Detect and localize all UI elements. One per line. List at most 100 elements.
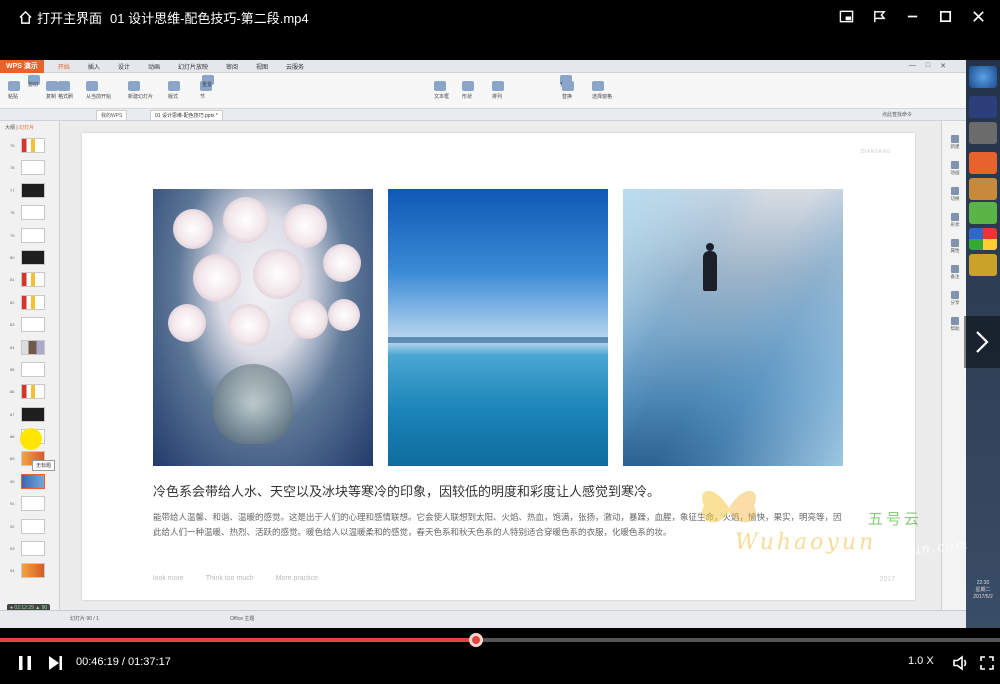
ribbon-icon[interactable] [128,81,140,91]
pin-button[interactable] [871,8,887,24]
slide-thumbnail[interactable]: 85 [3,359,53,381]
next-slide-button[interactable] [964,316,1000,368]
slide-footer: look more Think too much More practice [153,575,318,582]
ribbon-icon[interactable] [492,81,504,91]
ribbon-label[interactable]: 格式刷 [58,93,73,100]
taskbar-app-icon[interactable] [969,178,997,200]
theme-name: Office 主题 [230,616,255,622]
slides-tab: 幻灯片 [19,125,35,131]
taskbar-app-icon[interactable] [969,254,997,276]
right-panel-item[interactable]: 动画 [944,161,966,176]
panel-label: 分享 [950,300,960,305]
slide-thumbnail[interactable]: 76 [3,157,53,179]
ribbon-label[interactable]: 剪切 [28,81,38,88]
taskbar-app-icon[interactable] [969,122,997,144]
taskbar-chrome-icon[interactable] [969,228,997,250]
right-panel-item[interactable]: 形状 [944,213,966,228]
thumb-tooltip: 无标题 [32,460,56,471]
ribbon-label[interactable]: 选择窗格 [592,93,612,100]
ribbon-icon[interactable] [562,81,574,91]
ribbon-label[interactable]: 从当前开始 [86,93,111,100]
fullscreen-button[interactable] [978,654,996,677]
panel-label: 帮助 [950,326,960,331]
maximize-button[interactable] [937,8,953,24]
watermark-cn: 五号云 [868,511,923,528]
slide-thumbnail[interactable]: 84 [3,337,53,359]
slide-thumbnail[interactable]: 75 [3,135,53,157]
ribbon-label[interactable]: 复制 [46,93,56,100]
progress-bar[interactable] [0,633,1000,647]
minimize-button[interactable] [904,8,920,24]
close-button[interactable] [970,8,986,24]
slide-thumbnail[interactable]: 81 [3,269,53,291]
wps-tab[interactable]: 动画 [148,62,160,71]
thumb-number: 85 [10,366,15,372]
panel-icon [951,187,959,195]
ribbon-icon[interactable] [58,81,70,91]
pip-button[interactable] [838,8,854,24]
ribbon-label[interactable]: 替换 [562,93,572,100]
slide-thumbnail[interactable]: 92 [3,516,53,538]
ribbon-label[interactable]: 粘贴 [8,93,18,100]
thumb-image [21,138,45,153]
slide-thumbnail[interactable]: 91 [3,493,53,515]
right-panel-item[interactable]: 新建 [944,135,966,150]
ribbon-icon[interactable] [8,81,20,91]
wps-tab[interactable]: 开始 [58,62,70,71]
right-panel-item[interactable]: 备注 [944,265,966,280]
taskbar-app-icon[interactable] [969,66,997,88]
taskbar-wechat-icon[interactable] [969,202,997,224]
ribbon-label[interactable]: 节 [200,93,205,100]
ribbon-label[interactable]: 版式 [168,93,178,100]
playback-speed-button[interactable]: 1.0 X [908,655,934,667]
ribbon-icon[interactable] [86,81,98,91]
ribbon-icon[interactable] [168,81,180,91]
slide-thumbnail[interactable]: 78 [3,202,53,224]
ribbon-icon[interactable] [46,81,58,91]
wps-tab[interactable]: 幻灯片放映 [178,62,208,71]
right-panel-item[interactable]: 切换 [944,187,966,202]
wps-tab[interactable]: 插入 [88,62,100,71]
slide-thumbnail[interactable]: 83 [3,314,53,336]
wps-tab[interactable]: 云服务 [286,62,304,71]
progress-handle[interactable] [469,633,483,647]
slide-thumbnail[interactable]: 79 [3,225,53,247]
volume-button[interactable] [952,654,970,677]
right-panel-item[interactable]: 属性 [944,239,966,254]
slide-year: 2017 [879,576,895,583]
slide-thumbnail[interactable]: 94 [3,560,53,582]
taskbar-wps-icon[interactable] [969,152,997,174]
cursor-highlight [20,428,42,450]
slide-thumbnail[interactable]: 90 [3,471,53,493]
chevron-right-icon [976,331,989,353]
slide-thumbnail[interactable]: 77 [3,180,53,202]
slide-thumbnail[interactable]: 80 [3,247,53,269]
wps-tab[interactable]: 审阅 [226,62,238,71]
wps-tab[interactable]: 设计 [118,62,130,71]
ribbon-icon[interactable] [592,81,604,91]
slide-title: 冷色系会带给人水、天空以及冰块等寒冷的印象，因较低的明度和彩度让人感觉到寒冷。 [153,484,661,499]
slide-thumbnail[interactable]: 82 [3,292,53,314]
thumb-number: 91 [10,501,15,507]
ribbon-label[interactable]: 文本框 [434,93,449,100]
panel-icon [951,317,959,325]
ribbon-label[interactable]: 新建幻灯片 [128,93,153,100]
next-button[interactable] [46,654,64,677]
wps-tab[interactable]: 视图 [256,62,268,71]
home-button[interactable]: 打开主界面 [18,8,102,27]
taskbar-app-icon[interactable] [969,96,997,118]
panel-icon [951,161,959,169]
right-panel-item[interactable]: 分享 [944,291,966,306]
slide-thumbnail[interactable]: 93 [3,538,53,560]
right-panel-item[interactable]: 帮助 [944,317,966,332]
picture-in-picture-icon [839,10,853,22]
pause-button[interactable] [16,654,34,677]
slide-thumbnail[interactable]: 86 [3,381,53,403]
ribbon-label[interactable]: 排列 [492,93,502,100]
panel-label: 动画 [950,170,960,175]
ribbon-icon[interactable] [434,81,446,91]
slide-thumbnail[interactable]: 87 [3,404,53,426]
ribbon-label[interactable]: 重置 [202,81,212,88]
ribbon-label[interactable]: 形状 [462,93,472,100]
ribbon-icon[interactable] [462,81,474,91]
